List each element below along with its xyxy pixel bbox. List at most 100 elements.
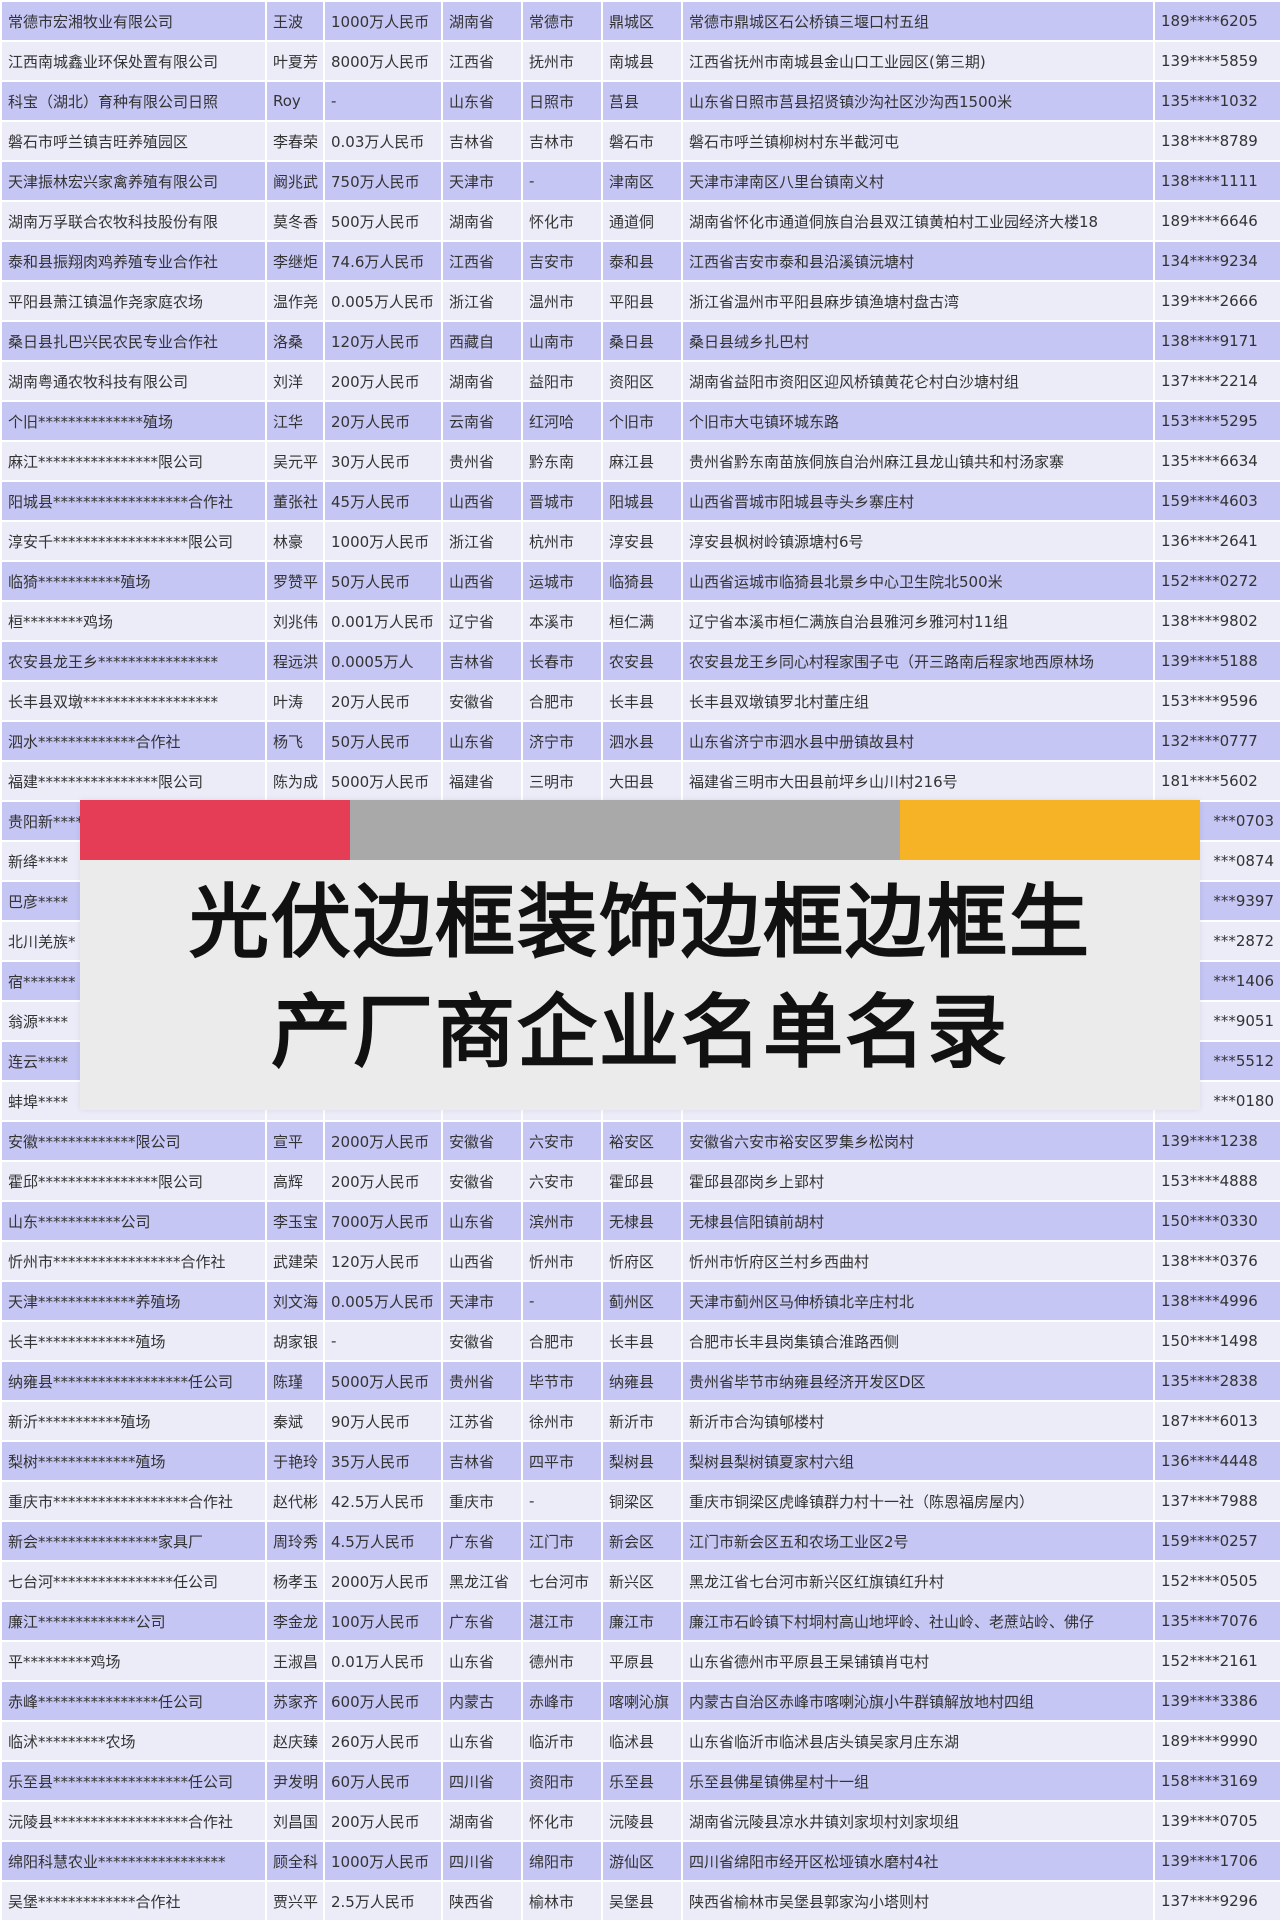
legal-rep-cell: 贾兴平 (265, 1880, 325, 1922)
city-cell: 赤峰市 (521, 1680, 603, 1722)
table-row: 农安县龙王乡**************** 程远洪 0.0005万人 吉林省 长春市农… (0, 640, 1280, 682)
legal-rep-cell: 杨飞 (265, 720, 325, 762)
legal-rep-cell: 吴元平 (265, 440, 325, 482)
district-cell: 纳雍县 (601, 1360, 683, 1402)
province-cell: 湖南省 (441, 360, 523, 402)
province-cell: 安徽省 (441, 1160, 523, 1202)
address-cell: 无棣县信阳镇前胡村 (681, 1200, 1155, 1242)
address-cell: 重庆市铜梁区虎峰镇群力村十一社（陈恩福房屋内） (681, 1480, 1155, 1522)
legal-rep-cell: 江华 (265, 400, 325, 442)
city-cell: 合肥市 (521, 680, 603, 722)
address-cell: 山东省日照市莒县招贤镇沙沟社区沙沟西1500米 (681, 80, 1155, 122)
city-cell: - (521, 160, 603, 202)
table-row: 福建****************限公司 陈为成 5000万人民币 福建省 三明市 大田… (0, 760, 1280, 802)
registered-capital-cell: 4.5万人民币 (323, 1520, 443, 1562)
province-cell: 天津市 (441, 160, 523, 202)
registered-capital-cell: 5000万人民币 (323, 1360, 443, 1402)
table-row: 乐至县******************任公司 尹发明 60万人民币 四川省 资阳市乐… (0, 1760, 1280, 1802)
company-name-cell: 七台河****************任公司 (0, 1560, 267, 1602)
company-name-cell: 忻州市*****************合作社 (0, 1240, 267, 1282)
registered-capital-cell: 1000万人民币 (323, 0, 443, 42)
legal-rep-cell: 林豪 (265, 520, 325, 562)
title-line-2: 产厂商企业名单名录 (271, 986, 1009, 1079)
table-row: 重庆市******************合作社 赵代彬 42.5万人民币 重庆市 - 铜… (0, 1480, 1280, 1522)
province-cell: 山东省 (441, 1720, 523, 1762)
address-cell: 江西省吉安市泰和县沿溪镇沅塘村 (681, 240, 1155, 282)
address-cell: 新沂市合沟镇郇楼村 (681, 1400, 1155, 1442)
company-name-cell: 平阳县萧江镇温作尧家庭农场 (0, 280, 267, 322)
registered-capital-cell: 120万人民币 (323, 1240, 443, 1282)
address-cell: 山东省临沂市临沭县店头镇吴家月庄东湖 (681, 1720, 1155, 1762)
district-cell: 新沂市 (601, 1400, 683, 1442)
district-cell: 长丰县 (601, 1320, 683, 1362)
address-cell: 梨树县梨树镇夏家村六组 (681, 1440, 1155, 1482)
company-name-cell: 福建****************限公司 (0, 760, 267, 802)
table-row: 个旧**************殖场 江华 20万人民币 云南省 红河哈 个旧市 个旧市大屯… (0, 400, 1280, 442)
city-cell: - (521, 1480, 603, 1522)
company-name-cell: 新沂***********殖场 (0, 1400, 267, 1442)
phone-cell: 138****1111 (1153, 160, 1280, 202)
address-cell: 湖南省益阳市资阳区迎风桥镇黄花仑村白沙塘村组 (681, 360, 1155, 402)
phone-cell: 159****4603 (1153, 480, 1280, 522)
province-cell: 吉林省 (441, 640, 523, 682)
phone-cell: 137****2214 (1153, 360, 1280, 402)
company-name-cell: 常德市宏湘牧业有限公司 (0, 0, 267, 42)
table-row: 泰和县振翔肉鸡养殖专业合作社 李继炬 74.6万人民币 江西省 吉安市 泰和县 江西省吉安市… (0, 240, 1280, 282)
city-cell: 江门市 (521, 1520, 603, 1562)
province-cell: 浙江省 (441, 520, 523, 562)
company-name-cell: 长丰县双墩****************** (0, 680, 267, 722)
company-name-cell: 泰和县振翔肉鸡养殖专业合作社 (0, 240, 267, 282)
registered-capital-cell: - (323, 80, 443, 122)
district-cell: 新会区 (601, 1520, 683, 1562)
province-cell: 云南省 (441, 400, 523, 442)
legal-rep-cell: 陈瑾 (265, 1360, 325, 1402)
province-cell: 湖南省 (441, 0, 523, 42)
phone-cell: 138****9171 (1153, 320, 1280, 362)
district-cell: 铜梁区 (601, 1480, 683, 1522)
city-cell: 湛江市 (521, 1600, 603, 1642)
province-cell: 西藏自 (441, 320, 523, 362)
phone-cell: 139****0705 (1153, 1800, 1280, 1842)
address-cell: 福建省三明市大田县前坪乡山川村216号 (681, 760, 1155, 802)
company-name-cell: 临沭*********农场 (0, 1720, 267, 1762)
address-cell: 江门市新会区五和农场工业区2号 (681, 1520, 1155, 1562)
company-name-cell: 平*********鸡场 (0, 1640, 267, 1682)
city-cell: 滨州市 (521, 1200, 603, 1242)
company-name-cell: 沅陵县******************合作社 (0, 1800, 267, 1842)
company-name-cell: 阳城县******************合作社 (0, 480, 267, 522)
address-cell: 内蒙古自治区赤峰市喀喇沁旗小牛群镇解放地村四组 (681, 1680, 1155, 1722)
legal-rep-cell: 高辉 (265, 1160, 325, 1202)
province-cell: 湖南省 (441, 200, 523, 242)
company-name-cell: 桑日县扎巴兴民农民专业合作社 (0, 320, 267, 362)
district-cell: 梨树县 (601, 1440, 683, 1482)
address-cell: 磐石市呼兰镇柳树村东半截河屯 (681, 120, 1155, 162)
legal-rep-cell: 胡家银 (265, 1320, 325, 1362)
company-name-cell: 临猗***********殖场 (0, 560, 267, 602)
company-name-cell: 湖南万孚联合农牧科技股份有限 (0, 200, 267, 242)
district-cell: 长丰县 (601, 680, 683, 722)
province-cell: 吉林省 (441, 1440, 523, 1482)
city-cell: 日照市 (521, 80, 603, 122)
district-cell: 阳城县 (601, 480, 683, 522)
district-cell: 通道侗 (601, 200, 683, 242)
district-cell: 吴堡县 (601, 1880, 683, 1922)
phone-cell: 135****6634 (1153, 440, 1280, 482)
phone-cell: 152****0272 (1153, 560, 1280, 602)
table-row: 沅陵县******************合作社 刘昌国 200万人民币 湖南省 怀化市… (0, 1800, 1280, 1842)
title-banner: 光伏边框装饰边框边框生 产厂商企业名单名录 (80, 800, 1200, 1110)
registered-capital-cell: 0.0005万人 (323, 640, 443, 682)
address-cell: 辽宁省本溪市桓仁满族自治县雅河乡雅河村11组 (681, 600, 1155, 642)
address-cell: 湖南省怀化市通道侗族自治县双江镇黄柏村工业园经济大楼18 (681, 200, 1155, 242)
legal-rep-cell: 李金龙 (265, 1600, 325, 1642)
table-row: 桑日县扎巴兴民农民专业合作社 洛桑 120万人民币 西藏自 山南市 桑日县 桑日县绒乡扎巴村… (0, 320, 1280, 362)
district-cell: 平原县 (601, 1640, 683, 1682)
address-cell: 湖南省沅陵县凉水井镇刘家坝村刘家坝组 (681, 1800, 1155, 1842)
city-cell: 忻州市 (521, 1240, 603, 1282)
district-cell: 蓟州区 (601, 1280, 683, 1322)
phone-cell: 135****1032 (1153, 80, 1280, 122)
table-row: 临沭*********农场 赵庆臻 260万人民币 山东省 临沂市 临沭县 山东省临沂市临沭… (0, 1720, 1280, 1762)
company-name-cell: 纳雍县******************任公司 (0, 1360, 267, 1402)
registered-capital-cell: 0.005万人民币 (323, 280, 443, 322)
city-cell: 本溪市 (521, 600, 603, 642)
province-cell: 江西省 (441, 240, 523, 282)
